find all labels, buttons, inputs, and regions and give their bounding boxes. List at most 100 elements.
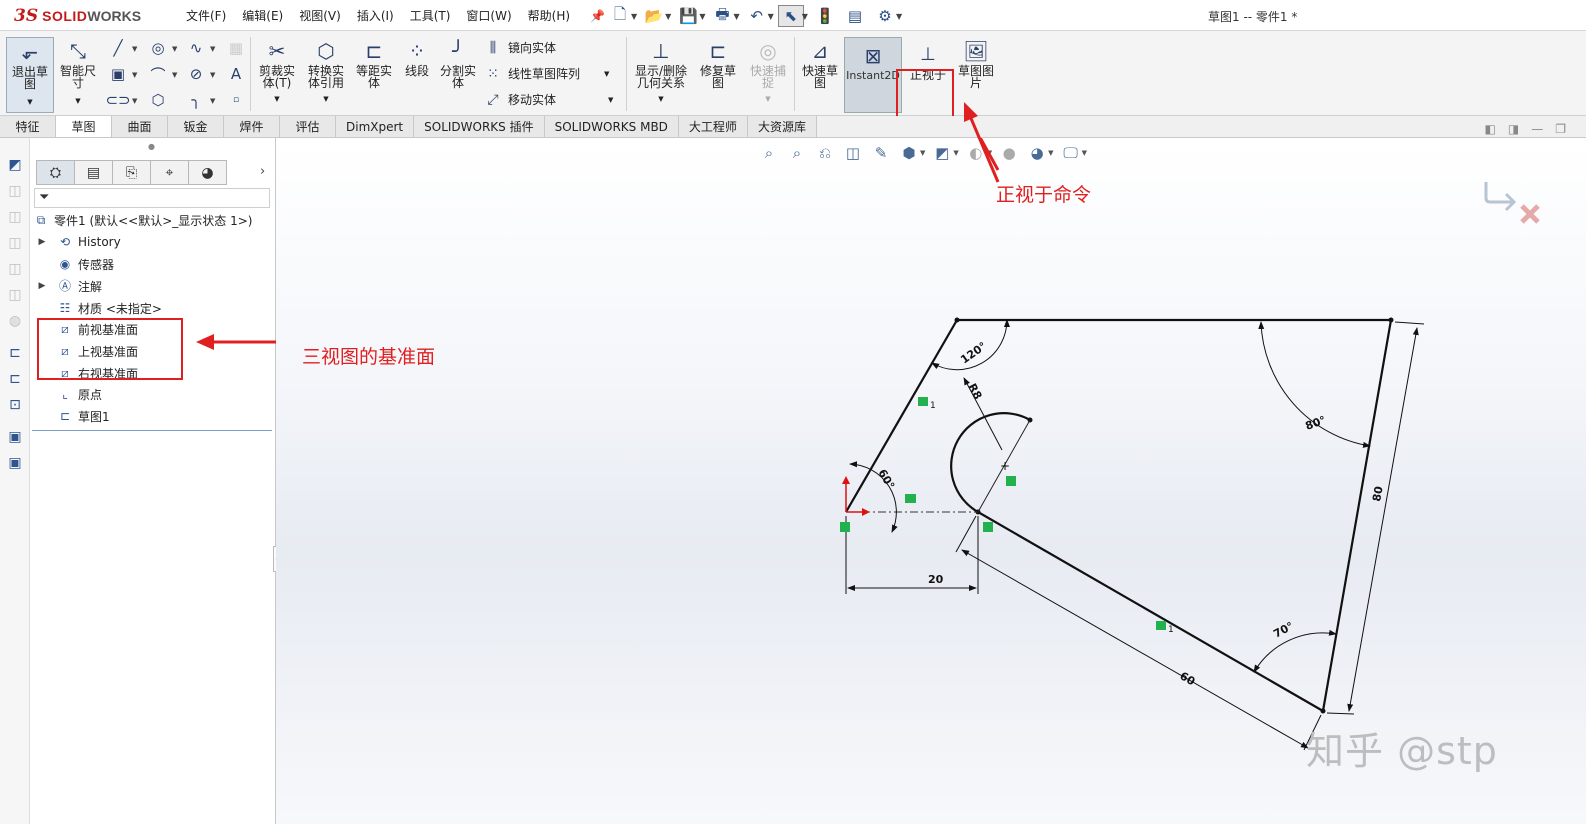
chevron-down-icon[interactable]: ▼ [733,12,739,21]
intersection-icon[interactable]: ⊡ [6,396,24,414]
point-icon[interactable]: ▫ [224,89,248,111]
feature-manager-tab-icon[interactable]: ⛭ [36,160,75,185]
tab-evaluate[interactable]: 评估 [280,116,336,137]
exit-sketch-button[interactable]: ⬐ 退出草图 ▼ [6,37,54,113]
quick-snaps-button[interactable]: ◎ 快速捕捉 ▼ [746,39,790,105]
linear-pattern-button[interactable]: ⁙ 线性草图阵列 ▼ [484,65,609,82]
chevron-down-icon[interactable]: ▼ [75,95,80,107]
tree-item-sketch1[interactable]: ⊏ 草图1 [36,406,110,426]
panel-grip[interactable]: ● [148,142,155,151]
slot-icon[interactable]: ⊂⊃ [105,89,130,111]
new-icon[interactable]: 🗋 [607,5,633,27]
offset-tool-icon[interactable]: ⊏ [6,344,24,362]
move-entities-button[interactable]: ⤢ 移动实体 ▼ [484,91,613,108]
ellipse-icon[interactable]: ⊘ [184,63,208,85]
tree-rollback-bar[interactable] [32,430,272,431]
print-icon[interactable]: 🖶 [709,5,735,27]
chevron-down-icon[interactable]: ▼ [274,93,279,105]
file-properties-icon[interactable]: ▤ [842,5,868,27]
menu-window[interactable]: 窗口(W) [458,7,519,24]
display-manager-tab-icon[interactable]: ◕ [188,160,227,185]
tab-resource-library[interactable]: 大资源库 [747,116,817,137]
minimize-icon[interactable]: — [1531,122,1543,136]
menu-insert[interactable]: 插入(I) [349,7,402,24]
line-icon[interactable]: ╱ [106,37,130,59]
menu-tools[interactable]: 工具(T) [402,7,459,24]
tile-right-icon[interactable]: ◨ [1508,122,1519,136]
display-delete-relations-button[interactable]: ⊥ 显示/删除几何关系 ▼ [632,39,690,105]
offset-entities-button[interactable]: ⊏ 等距实体 [352,39,396,89]
menu-edit[interactable]: 编辑(E) [234,7,291,24]
tab-sheet-metal[interactable]: 钣金 [168,116,224,137]
chevron-down-icon[interactable]: ▼ [608,96,613,104]
tile-left-icon[interactable]: ◧ [1485,122,1496,136]
split-entities-button[interactable]: ╯ 分割实体 [436,39,480,89]
expand-arrow-icon[interactable]: ▶ [36,281,48,291]
chevron-down-icon[interactable]: ▼ [658,93,663,105]
segment-button[interactable]: ⁘ 线段 [400,39,434,77]
tab-features[interactable]: 特征 [0,116,56,137]
rebuild-icon[interactable]: 🚦 [812,5,838,27]
chevron-down-icon[interactable]: ▼ [665,12,671,21]
arc-icon[interactable]: ⌒ [146,63,170,85]
tree-filter-input[interactable]: ⏷ [34,188,270,208]
tab-sketch[interactable]: 草图 [56,116,112,137]
chevron-down-icon[interactable]: ▼ [631,12,637,21]
dimxpert-manager-tab-icon[interactable]: ⌖ [150,160,189,185]
mirror-entities-button[interactable]: ⫼ 镜向实体 [484,39,556,56]
trim-entities-button[interactable]: ✂ 剪裁实体(T) ▼ [256,39,298,105]
chevron-down-icon[interactable]: ▼ [132,45,137,53]
tree-root-part[interactable]: ⧉ 零件1 (默认<<默认>_显示状态 1>) [32,210,253,230]
tree-item-history[interactable]: ▶ ⟲ History [36,232,121,252]
tab-surfaces[interactable]: 曲面 [112,116,168,137]
tab-solidworks-mbd[interactable]: SOLIDWORKS MBD [544,116,679,137]
text-icon[interactable]: A [224,63,248,85]
chevron-right-icon[interactable]: › [260,164,265,179]
chevron-down-icon[interactable]: ▼ [210,71,215,79]
tree-item-sensors[interactable]: ◉ 传感器 [36,254,114,274]
options-icon[interactable]: ⚙ [872,5,898,27]
tree-item-origin[interactable]: ⌞ 原点 [36,384,102,404]
chevron-down-icon[interactable]: ▼ [210,45,215,53]
circle-icon[interactable]: ◎ [146,37,170,59]
chevron-down-icon[interactable]: ▼ [172,71,177,79]
convert-tool-icon[interactable]: ⊏ [6,370,24,388]
tab-weldments[interactable]: 焊件 [224,116,280,137]
rectangle-icon[interactable]: ▣ [106,63,130,85]
menu-file[interactable]: 文件(F) [178,7,234,24]
chevron-down-icon[interactable]: ▼ [323,93,328,105]
fillet-icon[interactable]: ╮ [184,89,208,111]
undo-icon[interactable]: ↶ [744,5,770,27]
convert-entities-button[interactable]: ⬡ 转换实体引用 ▼ [304,39,348,105]
configuration-manager-tab-icon[interactable]: ⎘ [112,160,151,185]
display-states-icon[interactable]: ▣ [6,428,24,446]
graphics-viewport[interactable]: ⌕ ⌕ ⎌ ◫ ✎ ⬢▼ ◩▼ ◐▼ ● ◕▼ 🖵▼ [276,138,1586,824]
save-icon[interactable]: 💾 [675,5,701,27]
chevron-down-icon[interactable]: ▼ [172,45,177,53]
chevron-down-icon[interactable]: ▼ [27,96,32,108]
tab-solidworks-addins[interactable]: SOLIDWORKS 插件 [414,116,545,137]
sketch-picture-button[interactable]: 🖼 草图图片 [956,39,996,89]
chevron-down-icon[interactable]: ▼ [132,97,137,105]
restore-icon[interactable]: ❐ [1555,122,1566,136]
tab-dimxpert[interactable]: DimXpert [336,116,415,137]
chevron-down-icon[interactable]: ▼ [699,12,705,21]
rapid-sketch-button[interactable]: ⊿ 快速草图 [798,39,842,89]
menu-help[interactable]: 帮助(H) [520,7,578,24]
tab-engineer[interactable]: 大工程师 [678,116,748,137]
instant2d-button[interactable]: ⊠ Instant2D [844,37,902,113]
chevron-down-icon[interactable]: ▼ [604,70,609,78]
repair-sketch-button[interactable]: ⊏ 修复草图 [696,39,740,89]
select-icon[interactable]: ⬉ [777,5,804,27]
polygon-icon[interactable]: ⬡ [146,89,170,111]
view-cube-icon[interactable]: ◩ [6,156,24,174]
chevron-down-icon[interactable]: ▼ [765,93,770,105]
smart-dimension-button[interactable]: ⤡ 智能尺寸 ▼ [58,39,98,107]
chevron-down-icon[interactable]: ▼ [132,71,137,79]
expand-arrow-icon[interactable]: ▶ [36,237,48,247]
spline-icon[interactable]: ∿ [184,37,208,59]
open-icon[interactable]: 📂 [641,5,667,27]
chevron-down-icon[interactable]: ▼ [802,12,808,21]
property-manager-tab-icon[interactable]: ▤ [74,160,113,185]
pin-icon[interactable]: 📌 [578,9,605,23]
